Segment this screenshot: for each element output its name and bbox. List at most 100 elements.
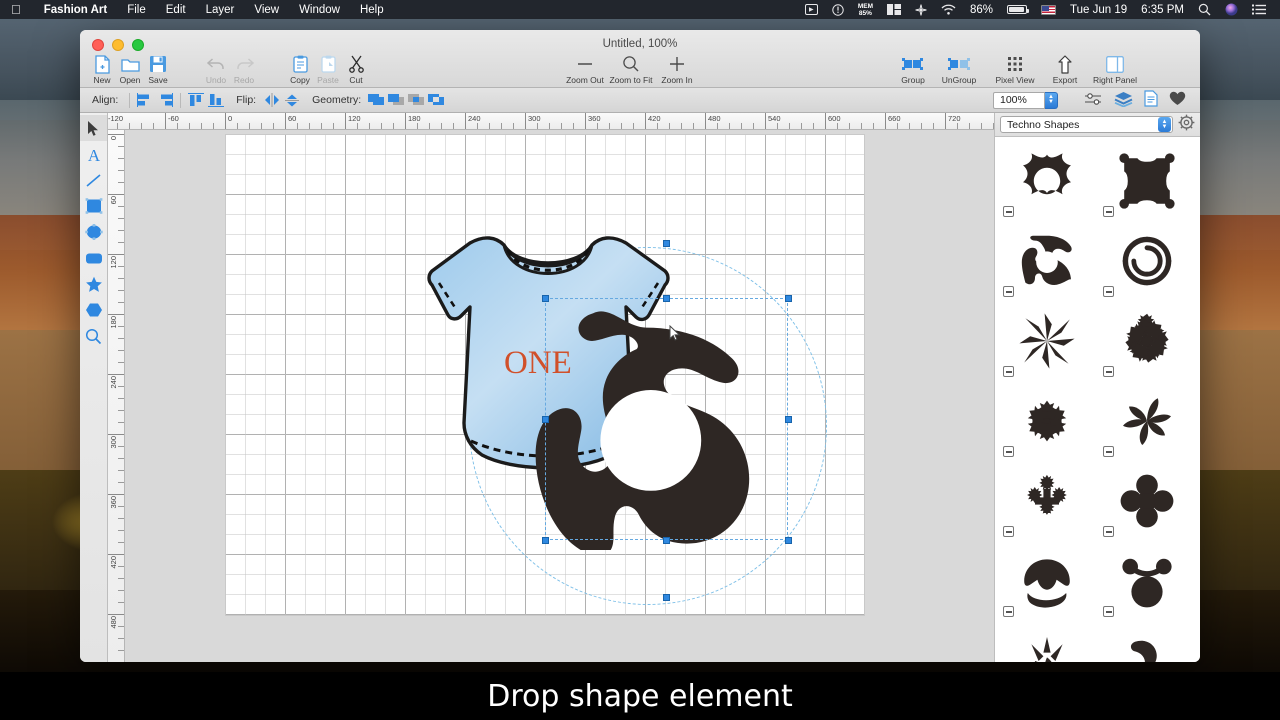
canvas-scroll-region[interactable]: ONE bbox=[125, 130, 994, 662]
selection-handle-top-center[interactable] bbox=[663, 295, 670, 302]
align-top-icon[interactable] bbox=[186, 92, 205, 109]
shape-remove-button[interactable] bbox=[1003, 446, 1014, 457]
screen-record-icon[interactable] bbox=[798, 4, 825, 15]
shape-remove-button[interactable] bbox=[1003, 286, 1014, 297]
zoom-stepper[interactable]: ▲ ▼ bbox=[1045, 91, 1058, 109]
shape-item-1[interactable] bbox=[997, 141, 1097, 221]
shape-item-5[interactable] bbox=[997, 301, 1097, 381]
selection-handle-middle-left[interactable] bbox=[542, 416, 549, 423]
selection-handle-bottom-center[interactable] bbox=[663, 537, 670, 544]
shape-remove-button[interactable] bbox=[1003, 526, 1014, 537]
shape-category-select[interactable]: Techno Shapes ▲ ▼ bbox=[1000, 116, 1173, 133]
shape-remove-button[interactable] bbox=[1103, 286, 1114, 297]
menu-item-window[interactable]: Window bbox=[289, 4, 350, 16]
info-circle-icon[interactable] bbox=[825, 3, 851, 16]
tool-polygon[interactable] bbox=[80, 297, 107, 323]
geometry-exclude-icon[interactable] bbox=[427, 92, 446, 109]
shape-remove-button[interactable] bbox=[1003, 366, 1014, 377]
tool-selection-arrow[interactable] bbox=[80, 115, 107, 141]
shape-item-13[interactable] bbox=[997, 621, 1097, 662]
menu-item-view[interactable]: View bbox=[244, 4, 289, 16]
zoom-to-fit-button[interactable]: Zoom to Fit bbox=[608, 54, 654, 85]
menu-item-app[interactable]: Fashion Art bbox=[34, 4, 117, 16]
tool-rounded-rect[interactable] bbox=[80, 245, 107, 271]
cut-button[interactable]: Cut bbox=[342, 54, 370, 85]
shape-item-14[interactable] bbox=[1097, 621, 1197, 662]
align-bottom-icon[interactable] bbox=[206, 92, 225, 109]
us-flag-icon[interactable] bbox=[1034, 4, 1063, 15]
tool-line[interactable] bbox=[80, 167, 107, 193]
group-button[interactable]: Group bbox=[890, 54, 936, 85]
shape-remove-button[interactable] bbox=[1103, 446, 1114, 457]
selection-handle-bottom-anchor[interactable] bbox=[663, 594, 670, 601]
notifications-list-icon[interactable] bbox=[1245, 4, 1273, 15]
zoom-level-field[interactable]: 100% ▲ ▼ bbox=[993, 91, 1058, 109]
redo-button[interactable]: Redo bbox=[230, 54, 258, 85]
save-button[interactable]: Save bbox=[144, 54, 172, 85]
zoom-in-button[interactable]: Zoom In bbox=[654, 54, 700, 85]
shape-item-3[interactable] bbox=[997, 221, 1097, 301]
selection-handle-top-anchor[interactable] bbox=[663, 240, 670, 247]
apple-logo-icon[interactable]:  bbox=[0, 3, 34, 16]
menu-item-file[interactable]: File bbox=[117, 4, 156, 16]
shape-item-10[interactable] bbox=[1097, 461, 1197, 541]
sliders-icon[interactable] bbox=[1084, 92, 1103, 109]
shape-remove-button[interactable] bbox=[1103, 206, 1114, 217]
menu-item-edit[interactable]: Edit bbox=[156, 4, 196, 16]
export-button[interactable]: Export bbox=[1040, 54, 1090, 85]
geometry-intersect-icon[interactable] bbox=[407, 92, 426, 109]
shape-item-9[interactable] bbox=[997, 461, 1097, 541]
selection-handle-bottom-left[interactable] bbox=[542, 537, 549, 544]
flip-vertical-icon[interactable] bbox=[282, 92, 301, 109]
canvas-area[interactable]: -120 -60 0 60 120 180 240 300 360 420 480 540 600 660… bbox=[108, 113, 994, 662]
tool-ellipse[interactable] bbox=[80, 219, 107, 245]
undo-button[interactable]: Undo bbox=[202, 54, 230, 85]
gear-icon[interactable] bbox=[1178, 114, 1195, 136]
network-icon[interactable] bbox=[908, 3, 934, 16]
shape-remove-button[interactable] bbox=[1103, 366, 1114, 377]
right-panel-button[interactable]: Right Panel bbox=[1090, 54, 1140, 85]
copy-button[interactable]: Copy bbox=[286, 54, 314, 85]
shape-item-12[interactable] bbox=[1097, 541, 1197, 621]
document-icon[interactable] bbox=[1144, 90, 1158, 110]
tool-zoom[interactable] bbox=[80, 323, 107, 349]
open-button[interactable]: Open bbox=[116, 54, 144, 85]
paste-button[interactable]: Paste bbox=[314, 54, 342, 85]
shape-remove-button[interactable] bbox=[1003, 606, 1014, 617]
zoom-level-value[interactable]: 100% bbox=[993, 91, 1045, 109]
tool-rectangle[interactable] bbox=[80, 193, 107, 219]
shape-category-stepper[interactable]: ▲ ▼ bbox=[1158, 117, 1171, 132]
selection-handle-middle-right[interactable] bbox=[785, 416, 792, 423]
shape-item-6[interactable] bbox=[1097, 301, 1197, 381]
flip-horizontal-icon[interactable] bbox=[262, 92, 281, 109]
shape-item-4[interactable] bbox=[1097, 221, 1197, 301]
shape-item-11[interactable] bbox=[997, 541, 1097, 621]
shape-item-2[interactable] bbox=[1097, 141, 1197, 221]
layers-icon[interactable] bbox=[1114, 91, 1133, 110]
pixel-view-button[interactable]: Pixel View bbox=[990, 54, 1040, 85]
geometry-union-icon[interactable] bbox=[367, 92, 386, 109]
tool-star[interactable] bbox=[80, 271, 107, 297]
menu-bar-date[interactable]: Tue Jun 19 bbox=[1063, 4, 1134, 16]
heart-icon[interactable] bbox=[1169, 91, 1186, 109]
display-split-icon[interactable] bbox=[880, 4, 908, 15]
selection-handle-top-right[interactable] bbox=[785, 295, 792, 302]
artboard[interactable]: ONE bbox=[225, 134, 865, 616]
siri-icon[interactable] bbox=[1218, 3, 1245, 16]
shape-remove-button[interactable] bbox=[1103, 526, 1114, 537]
align-right-icon[interactable] bbox=[155, 92, 174, 109]
align-left-icon[interactable] bbox=[135, 92, 154, 109]
shape-item-8[interactable] bbox=[1097, 381, 1197, 461]
selection-handle-bottom-right[interactable] bbox=[785, 537, 792, 544]
memory-usage-indicator[interactable]: MEM 85% bbox=[851, 3, 880, 17]
shape-remove-button[interactable] bbox=[1003, 206, 1014, 217]
menu-item-help[interactable]: Help bbox=[350, 4, 394, 16]
battery-icon[interactable] bbox=[1000, 5, 1034, 14]
menu-item-layer[interactable]: Layer bbox=[196, 4, 245, 16]
shape-remove-button[interactable] bbox=[1103, 606, 1114, 617]
tool-text[interactable]: A bbox=[80, 141, 107, 167]
new-button[interactable]: New bbox=[88, 54, 116, 85]
wifi-icon[interactable] bbox=[934, 4, 963, 15]
selection-handle-top-left[interactable] bbox=[542, 295, 549, 302]
ungroup-button[interactable]: UnGroup bbox=[936, 54, 982, 85]
